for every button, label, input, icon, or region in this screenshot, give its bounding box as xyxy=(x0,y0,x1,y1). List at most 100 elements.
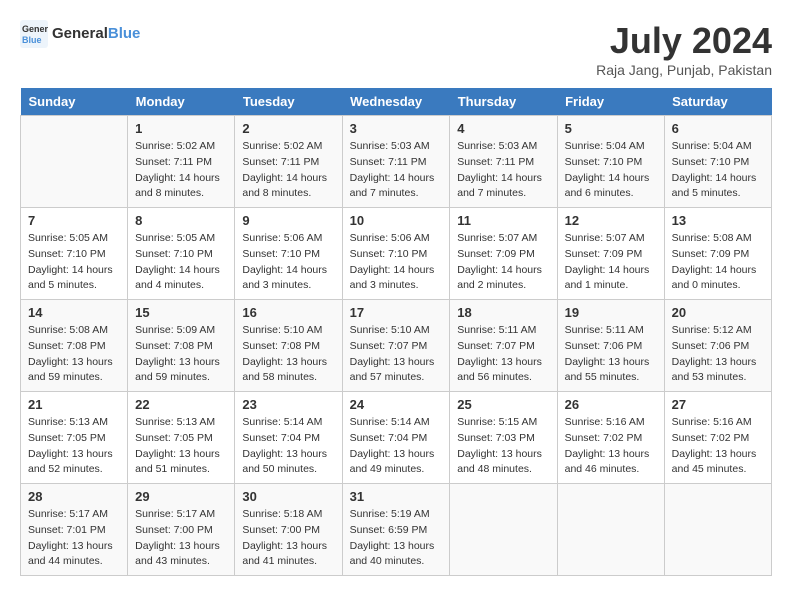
day-info: Sunrise: 5:14 AMSunset: 7:04 PMDaylight:… xyxy=(350,415,443,478)
day-info: Sunrise: 5:07 AMSunset: 7:09 PMDaylight:… xyxy=(457,231,549,294)
day-number: 21 xyxy=(28,397,120,412)
location: Raja Jang, Punjab, Pakistan xyxy=(596,62,772,78)
month-title: July 2024 xyxy=(596,20,772,62)
week-row-3: 14 Sunrise: 5:08 AMSunset: 7:08 PMDayligh… xyxy=(21,300,772,392)
day-number: 5 xyxy=(565,121,657,136)
day-cell: 11 Sunrise: 5:07 AMSunset: 7:09 PMDayligh… xyxy=(450,208,557,300)
day-cell: 26Sunrise: 5:16 AMSunset: 7:02 PMDayligh… xyxy=(557,392,664,484)
day-number: 2 xyxy=(242,121,334,136)
day-number: 18 xyxy=(457,305,549,320)
logo-icon: General Blue xyxy=(20,20,48,48)
day-number: 29 xyxy=(135,489,227,504)
day-info: Sunrise: 5:08 AMSunset: 7:09 PMDaylight:… xyxy=(672,231,764,294)
day-cell: 16 Sunrise: 5:10 AMSunset: 7:08 PMDayligh… xyxy=(235,300,342,392)
day-cell: 18 Sunrise: 5:11 AMSunset: 7:07 PMDayligh… xyxy=(450,300,557,392)
day-info: Sunrise: 5:14 AMSunset: 7:04 PMDaylight:… xyxy=(242,415,334,478)
day-info: Sunrise: 5:08 AMSunset: 7:08 PMDaylight:… xyxy=(28,323,120,386)
col-thursday: Thursday xyxy=(450,88,557,116)
day-number: 8 xyxy=(135,213,227,228)
day-number: 3 xyxy=(350,121,443,136)
day-number: 4 xyxy=(457,121,549,136)
day-number: 11 xyxy=(457,213,549,228)
day-number: 13 xyxy=(672,213,764,228)
day-cell: 6 Sunrise: 5:04 AMSunset: 7:10 PMDaylight… xyxy=(664,116,771,208)
day-number: 7 xyxy=(28,213,120,228)
day-info: Sunrise: 5:10 AMSunset: 7:07 PMDaylight:… xyxy=(350,323,443,386)
day-cell xyxy=(557,484,664,576)
day-cell: 19Sunrise: 5:11 AMSunset: 7:06 PMDayligh… xyxy=(557,300,664,392)
day-cell: 21 Sunrise: 5:13 AMSunset: 7:05 PMDayligh… xyxy=(21,392,128,484)
day-cell: 1 Sunrise: 5:02 AMSunset: 7:11 PMDaylight… xyxy=(128,116,235,208)
day-info: Sunrise: 5:18 AMSunset: 7:00 PMDaylight:… xyxy=(242,507,334,570)
day-cell: 28Sunrise: 5:17 AMSunset: 7:01 PMDayligh… xyxy=(21,484,128,576)
day-cell: 24 Sunrise: 5:14 AMSunset: 7:04 PMDayligh… xyxy=(342,392,450,484)
col-friday: Friday xyxy=(557,88,664,116)
day-cell: 15Sunrise: 5:09 AMSunset: 7:08 PMDayligh… xyxy=(128,300,235,392)
day-info: Sunrise: 5:04 AMSunset: 7:10 PMDaylight:… xyxy=(672,139,764,202)
day-cell: 29 Sunrise: 5:17 AMSunset: 7:00 PMDayligh… xyxy=(128,484,235,576)
day-info: Sunrise: 5:13 AMSunset: 7:05 PMDaylight:… xyxy=(135,415,227,478)
day-info: Sunrise: 5:16 AMSunset: 7:02 PMDaylight:… xyxy=(565,415,657,478)
day-number: 14 xyxy=(28,305,120,320)
day-cell: 5 Sunrise: 5:04 AMSunset: 7:10 PMDaylight… xyxy=(557,116,664,208)
day-number: 15 xyxy=(135,305,227,320)
day-info: Sunrise: 5:17 AMSunset: 7:00 PMDaylight:… xyxy=(135,507,227,570)
day-number: 27 xyxy=(672,397,764,412)
day-number: 24 xyxy=(350,397,443,412)
day-cell xyxy=(450,484,557,576)
day-number: 6 xyxy=(672,121,764,136)
day-number: 10 xyxy=(350,213,443,228)
day-info: Sunrise: 5:03 AMSunset: 7:11 PMDaylight:… xyxy=(457,139,549,202)
day-info: Sunrise: 5:06 AMSunset: 7:10 PMDaylight:… xyxy=(350,231,443,294)
col-wednesday: Wednesday xyxy=(342,88,450,116)
day-cell: 9 Sunrise: 5:06 AMSunset: 7:10 PMDaylight… xyxy=(235,208,342,300)
day-info: Sunrise: 5:11 AMSunset: 7:07 PMDaylight:… xyxy=(457,323,549,386)
col-monday: Monday xyxy=(128,88,235,116)
day-cell: 7 Sunrise: 5:05 AMSunset: 7:10 PMDaylight… xyxy=(21,208,128,300)
day-cell xyxy=(21,116,128,208)
day-number: 16 xyxy=(242,305,334,320)
day-info: Sunrise: 5:04 AMSunset: 7:10 PMDaylight:… xyxy=(565,139,657,202)
day-cell: 10 Sunrise: 5:06 AMSunset: 7:10 PMDayligh… xyxy=(342,208,450,300)
day-info: Sunrise: 5:11 AMSunset: 7:06 PMDaylight:… xyxy=(565,323,657,386)
day-cell: 30Sunrise: 5:18 AMSunset: 7:00 PMDayligh… xyxy=(235,484,342,576)
col-saturday: Saturday xyxy=(664,88,771,116)
logo-text-general: General xyxy=(52,25,108,42)
week-row-5: 28Sunrise: 5:17 AMSunset: 7:01 PMDayligh… xyxy=(21,484,772,576)
day-info: Sunrise: 5:03 AMSunset: 7:11 PMDaylight:… xyxy=(350,139,443,202)
title-area: July 2024 Raja Jang, Punjab, Pakistan xyxy=(596,20,772,78)
day-info: Sunrise: 5:16 AMSunset: 7:02 PMDaylight:… xyxy=(672,415,764,478)
day-number: 17 xyxy=(350,305,443,320)
day-cell: 17 Sunrise: 5:10 AMSunset: 7:07 PMDayligh… xyxy=(342,300,450,392)
calendar-table: Sunday Monday Tuesday Wednesday Thursday… xyxy=(20,88,772,576)
logo-text-blue: Blue xyxy=(108,25,141,42)
day-info: Sunrise: 5:13 AMSunset: 7:05 PMDaylight:… xyxy=(28,415,120,478)
day-info: Sunrise: 5:07 AMSunset: 7:09 PMDaylight:… xyxy=(565,231,657,294)
day-cell: 25Sunrise: 5:15 AMSunset: 7:03 PMDayligh… xyxy=(450,392,557,484)
day-number: 31 xyxy=(350,489,443,504)
day-cell: 8 Sunrise: 5:05 AMSunset: 7:10 PMDaylight… xyxy=(128,208,235,300)
day-info: Sunrise: 5:06 AMSunset: 7:10 PMDaylight:… xyxy=(242,231,334,294)
day-number: 9 xyxy=(242,213,334,228)
day-info: Sunrise: 5:02 AMSunset: 7:11 PMDaylight:… xyxy=(135,139,227,202)
day-info: Sunrise: 5:05 AMSunset: 7:10 PMDaylight:… xyxy=(28,231,120,294)
header: General Blue GeneralBlue July 2024 Raja … xyxy=(20,20,772,78)
day-info: Sunrise: 5:19 AMSunset: 6:59 PMDaylight:… xyxy=(350,507,443,570)
day-cell xyxy=(664,484,771,576)
svg-text:General: General xyxy=(22,24,48,34)
logo: General Blue GeneralBlue xyxy=(20,20,140,48)
day-info: Sunrise: 5:05 AMSunset: 7:10 PMDaylight:… xyxy=(135,231,227,294)
day-cell: 13 Sunrise: 5:08 AMSunset: 7:09 PMDayligh… xyxy=(664,208,771,300)
day-number: 23 xyxy=(242,397,334,412)
day-number: 12 xyxy=(565,213,657,228)
day-number: 1 xyxy=(135,121,227,136)
day-cell: 22 Sunrise: 5:13 AMSunset: 7:05 PMDayligh… xyxy=(128,392,235,484)
week-row-1: 1 Sunrise: 5:02 AMSunset: 7:11 PMDaylight… xyxy=(21,116,772,208)
day-cell: 23 Sunrise: 5:14 AMSunset: 7:04 PMDayligh… xyxy=(235,392,342,484)
day-info: Sunrise: 5:10 AMSunset: 7:08 PMDaylight:… xyxy=(242,323,334,386)
header-row: Sunday Monday Tuesday Wednesday Thursday… xyxy=(21,88,772,116)
day-number: 22 xyxy=(135,397,227,412)
day-info: Sunrise: 5:02 AMSunset: 7:11 PMDaylight:… xyxy=(242,139,334,202)
day-number: 25 xyxy=(457,397,549,412)
day-cell: 4 Sunrise: 5:03 AMSunset: 7:11 PMDaylight… xyxy=(450,116,557,208)
